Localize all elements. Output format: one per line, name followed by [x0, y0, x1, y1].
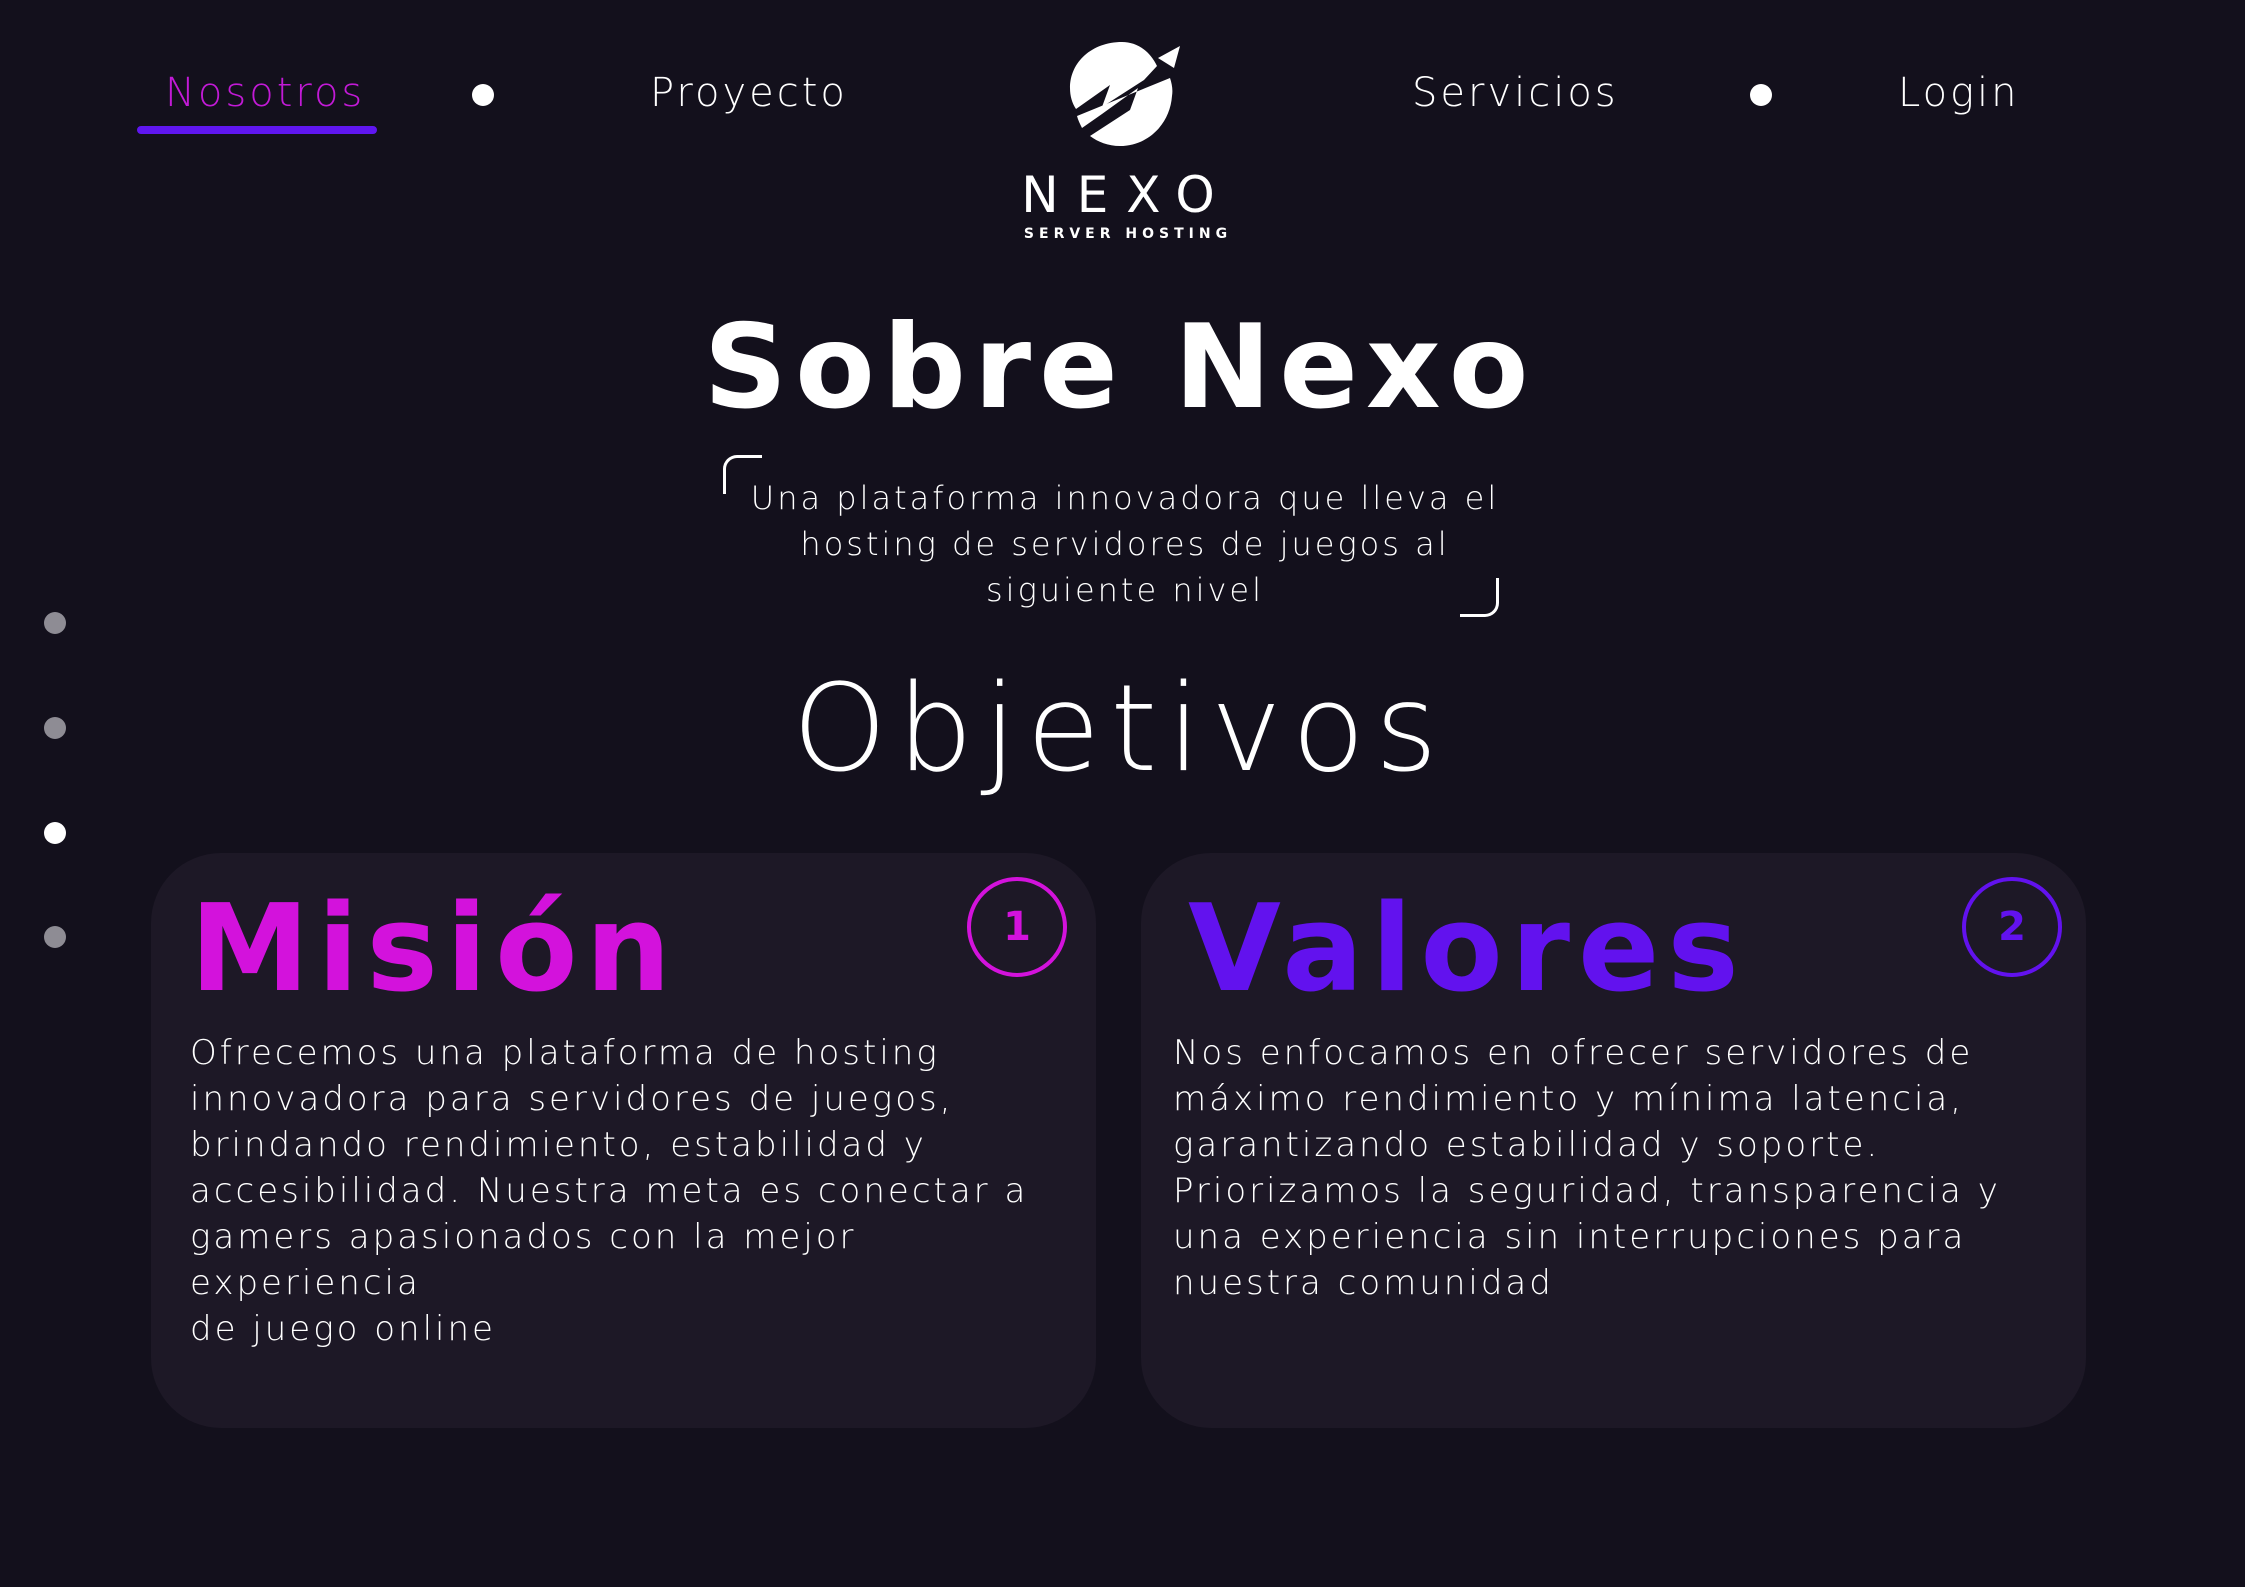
card-number-badge: 1 [967, 877, 1067, 977]
description-line: Nos enfocamos en ofrecer servidores de [1173, 1033, 1974, 1073]
logo-wordmark: NEXO [1021, 166, 1233, 224]
tagline-line: siguiente nivel [986, 571, 1264, 609]
valores-description: Nos enfocamos en ofrecer servidores de m… [1173, 1030, 2033, 1306]
nav-link-proyecto[interactable]: Proyecto [650, 70, 848, 116]
logo-subtitle: SERVER HOSTING [1023, 226, 1233, 242]
nav-separator-dot [472, 84, 494, 106]
tagline-line: Una plataforma innovadora que lleva el [750, 479, 1500, 517]
description-line: de juego online [190, 1309, 496, 1349]
side-nav-dot[interactable] [44, 926, 66, 948]
nav-link-servicios[interactable]: Servicios [1412, 70, 1619, 116]
description-line: una experiencia sin interrupciones para [1173, 1217, 1967, 1257]
tagline-line: hosting de servidores de juegos al [800, 525, 1450, 563]
valores-title: Valores [1188, 880, 1747, 1019]
tagline: Una plataforma innovadora que lleva el h… [730, 475, 1520, 613]
quote-bracket-bottom-right [1460, 578, 1499, 617]
section-title: Objetivos [792, 660, 1448, 799]
page-title: Sobre Nexo [703, 300, 1537, 435]
side-nav-dot[interactable] [44, 717, 66, 739]
description-line: garantizando estabilidad y soporte. [1173, 1125, 1881, 1165]
nav-link-login[interactable]: Login [1898, 70, 2020, 116]
description-line: gamers apasionados con la mejor experien… [190, 1217, 857, 1303]
description-line: Ofrecemos una plataforma de hosting [190, 1033, 940, 1073]
description-line: Priorizamos la seguridad, transparencia … [1173, 1171, 2001, 1211]
nav-link-nosotros[interactable]: Nosotros [165, 70, 365, 116]
card-number-badge: 2 [1962, 877, 2062, 977]
lightning-bolt-icon [1070, 42, 1180, 146]
mision-title: Misión [190, 880, 679, 1019]
description-line: brindando rendimiento, estabilidad y [190, 1125, 927, 1165]
description-line: accesibilidad. Nuestra meta es conectar … [190, 1171, 1029, 1211]
description-line: innovadora para servidores de juegos, [190, 1079, 954, 1119]
nav-separator-dot [1750, 84, 1772, 106]
side-nav-dot[interactable] [44, 612, 66, 634]
mision-description: Ofrecemos una plataforma de hosting inno… [190, 1030, 1050, 1352]
side-nav-dot-active[interactable] [44, 822, 66, 844]
description-line: nuestra comunidad [1173, 1263, 1554, 1303]
nav-active-underline [137, 126, 377, 134]
description-line: máximo rendimiento y mínima latencia, [1173, 1079, 1965, 1119]
